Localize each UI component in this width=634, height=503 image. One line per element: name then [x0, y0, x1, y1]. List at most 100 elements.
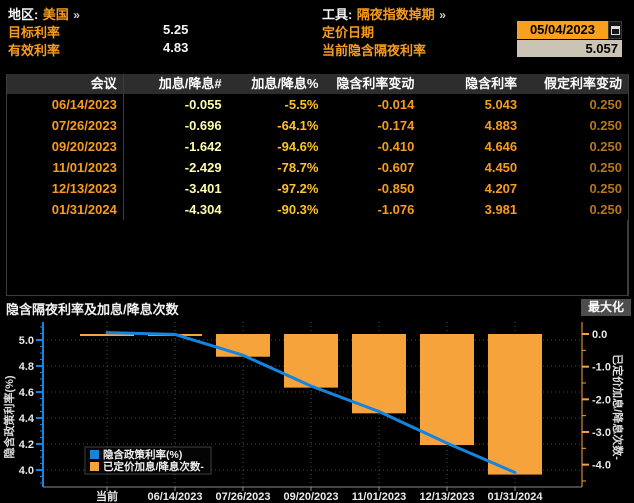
- priced-moves-bar: [352, 334, 406, 413]
- effective-rate-label: 有效利率: [8, 40, 60, 59]
- table-cell: 0.250: [523, 157, 628, 178]
- table-empty-area: [124, 220, 628, 295]
- maximize-button[interactable]: 最大化: [581, 299, 631, 316]
- table-cell: -2.429: [124, 157, 228, 178]
- meetings-table: 会议加息/降息#加息/降息%隐含利率变动隐含利率假定利率变动 06/14/202…: [6, 74, 629, 296]
- table-cell: -97.2%: [228, 178, 325, 199]
- table-row[interactable]: 12/13/2023-3.401-97.2%-0.8504.2070.250: [7, 178, 628, 199]
- priced-moves-bar: [488, 334, 542, 475]
- table-cell: 5.043: [420, 94, 523, 115]
- table-cell: 4.646: [420, 136, 523, 157]
- legend-line-label: 隐含政策利率(%): [103, 448, 182, 461]
- table-cell: -0.607: [324, 157, 420, 178]
- table-cell: 01/31/2024: [7, 199, 124, 220]
- table-cell: 0.250: [523, 178, 628, 199]
- table-cell: 4.883: [420, 115, 523, 136]
- region-row: 地区: 美国 »: [8, 4, 80, 24]
- x-tick-label: 09/20/2023: [283, 491, 338, 503]
- right-axis-title: 已定价加息/降息次数-: [611, 354, 625, 460]
- column-header: 加息/降息#: [124, 74, 228, 94]
- tool-chevron-icon[interactable]: »: [439, 8, 446, 22]
- column-header: 隐含利率: [420, 74, 523, 94]
- calendar-icon[interactable]: [608, 21, 622, 39]
- effective-rate-value: 4.83: [163, 40, 188, 55]
- table-row[interactable]: 06/14/2023-0.055-5.5%-0.0145.0430.250: [7, 94, 628, 115]
- table-cell: -94.6%: [228, 136, 325, 157]
- x-tick-label: 11/01/2023: [352, 491, 406, 503]
- table-row[interactable]: 09/20/2023-1.642-94.6%-0.4104.6460.250: [7, 136, 628, 157]
- legend-bar-label: 已定价加息/降息次数-: [103, 460, 204, 473]
- table-cell: 0.250: [523, 136, 628, 157]
- x-tick-label: 12/13/2023: [419, 491, 474, 503]
- column-header: 隐含利率变动: [324, 74, 420, 94]
- right-tick-label: -2.0: [592, 394, 611, 406]
- table-cell: 12/13/2023: [7, 178, 124, 199]
- tool-row: 工具: 隔夜指数掉期 »: [322, 4, 446, 24]
- table-cell: -0.410: [324, 136, 420, 157]
- chart-section: 5.04.84.64.44.24.00.0-1.0-2.0-3.0-4.0当前0…: [0, 297, 634, 503]
- target-rate-value: 5.25: [163, 22, 188, 37]
- table-header-row: 会议加息/降息#加息/降息%隐含利率变动隐含利率假定利率变动: [7, 74, 628, 94]
- table-cell: -1.076: [324, 199, 420, 220]
- left-tick-label: 4.2: [19, 439, 34, 451]
- table-body: 06/14/2023-0.055-5.5%-0.0145.0430.25007/…: [7, 94, 628, 220]
- table-cell: 07/26/2023: [7, 115, 124, 136]
- table-cell: -0.850: [324, 178, 420, 199]
- wirp-screen: 地区: 美国 » 工具: 隔夜指数掉期 » 目标利率 5.25 有效利率 4.8…: [0, 0, 634, 503]
- table-row[interactable]: 01/31/2024-4.304-90.3%-1.0763.9810.250: [7, 199, 628, 220]
- table-cell: -5.5%: [228, 94, 325, 115]
- column-header: 加息/降息%: [228, 74, 325, 94]
- table-cell: -0.174: [324, 115, 420, 136]
- table-row[interactable]: 11/01/2023-2.429-78.7%-0.6074.4500.250: [7, 157, 628, 178]
- table-cell: 0.250: [523, 115, 628, 136]
- left-tick-label: 4.4: [19, 413, 35, 425]
- region-value[interactable]: 美国: [43, 7, 69, 22]
- x-tick-label: 01/31/2024: [487, 491, 543, 503]
- region-chevron-icon[interactable]: »: [73, 8, 80, 22]
- table-cell: 0.250: [523, 94, 628, 115]
- right-tick-label: -3.0: [592, 427, 611, 439]
- table-cell: -4.304: [124, 199, 228, 220]
- left-tick-label: 5.0: [19, 335, 34, 347]
- table-cell: 09/20/2023: [7, 136, 124, 157]
- table-cell: -0.696: [124, 115, 228, 136]
- x-tick-label: 06/14/2023: [147, 491, 202, 503]
- priced-moves-bar: [216, 334, 270, 357]
- right-tick-label: -1.0: [592, 362, 611, 374]
- current-implied-input[interactable]: 5.057: [517, 40, 622, 57]
- table-cell: 4.450: [420, 157, 523, 178]
- pricing-date-input[interactable]: 05/04/2023: [517, 21, 608, 39]
- chart-title: 隐含隔夜利率及加息/降息次数: [6, 299, 179, 318]
- left-axis-title: 隐含政策利率(%): [2, 375, 16, 458]
- tool-label: 工具:: [322, 7, 352, 22]
- right-tick-label: 0.0: [592, 329, 607, 341]
- table-cell: 3.981: [420, 199, 523, 220]
- left-tick-label: 4.8: [19, 361, 34, 373]
- rates-chart: 5.04.84.64.44.24.00.0-1.0-2.0-3.0-4.0当前0…: [0, 297, 634, 503]
- table-cell: -64.1%: [228, 115, 325, 136]
- table-cell: 4.207: [420, 178, 523, 199]
- pricing-date-label: 定价日期: [322, 22, 374, 41]
- column-header: 假定利率变动: [523, 74, 628, 94]
- table-cell: 06/14/2023: [7, 94, 124, 115]
- legend-line-swatch: [90, 450, 99, 459]
- tool-value[interactable]: 隔夜指数掉期: [357, 7, 435, 22]
- x-tick-label: 当前: [96, 489, 118, 503]
- table-cell: -0.014: [324, 94, 420, 115]
- region-label: 地区:: [8, 7, 38, 22]
- priced-moves-bar: [284, 334, 338, 388]
- target-rate-label: 目标利率: [8, 22, 60, 41]
- left-tick-label: 4.0: [19, 465, 34, 477]
- table-cell: -0.055: [124, 94, 228, 115]
- table-row[interactable]: 07/26/2023-0.696-64.1%-0.1744.8830.250: [7, 115, 628, 136]
- table-cell: -1.642: [124, 136, 228, 157]
- priced-moves-bar: [420, 334, 474, 445]
- x-tick-label: 07/26/2023: [215, 491, 270, 503]
- table-cell: -90.3%: [228, 199, 325, 220]
- column-header: 会议: [7, 74, 124, 94]
- current-implied-label: 当前隐含隔夜利率: [322, 40, 426, 59]
- table-cell: -78.7%: [228, 157, 325, 178]
- legend-bar-swatch: [90, 462, 99, 471]
- table-cell: 0.250: [523, 199, 628, 220]
- table-cell: -3.401: [124, 178, 228, 199]
